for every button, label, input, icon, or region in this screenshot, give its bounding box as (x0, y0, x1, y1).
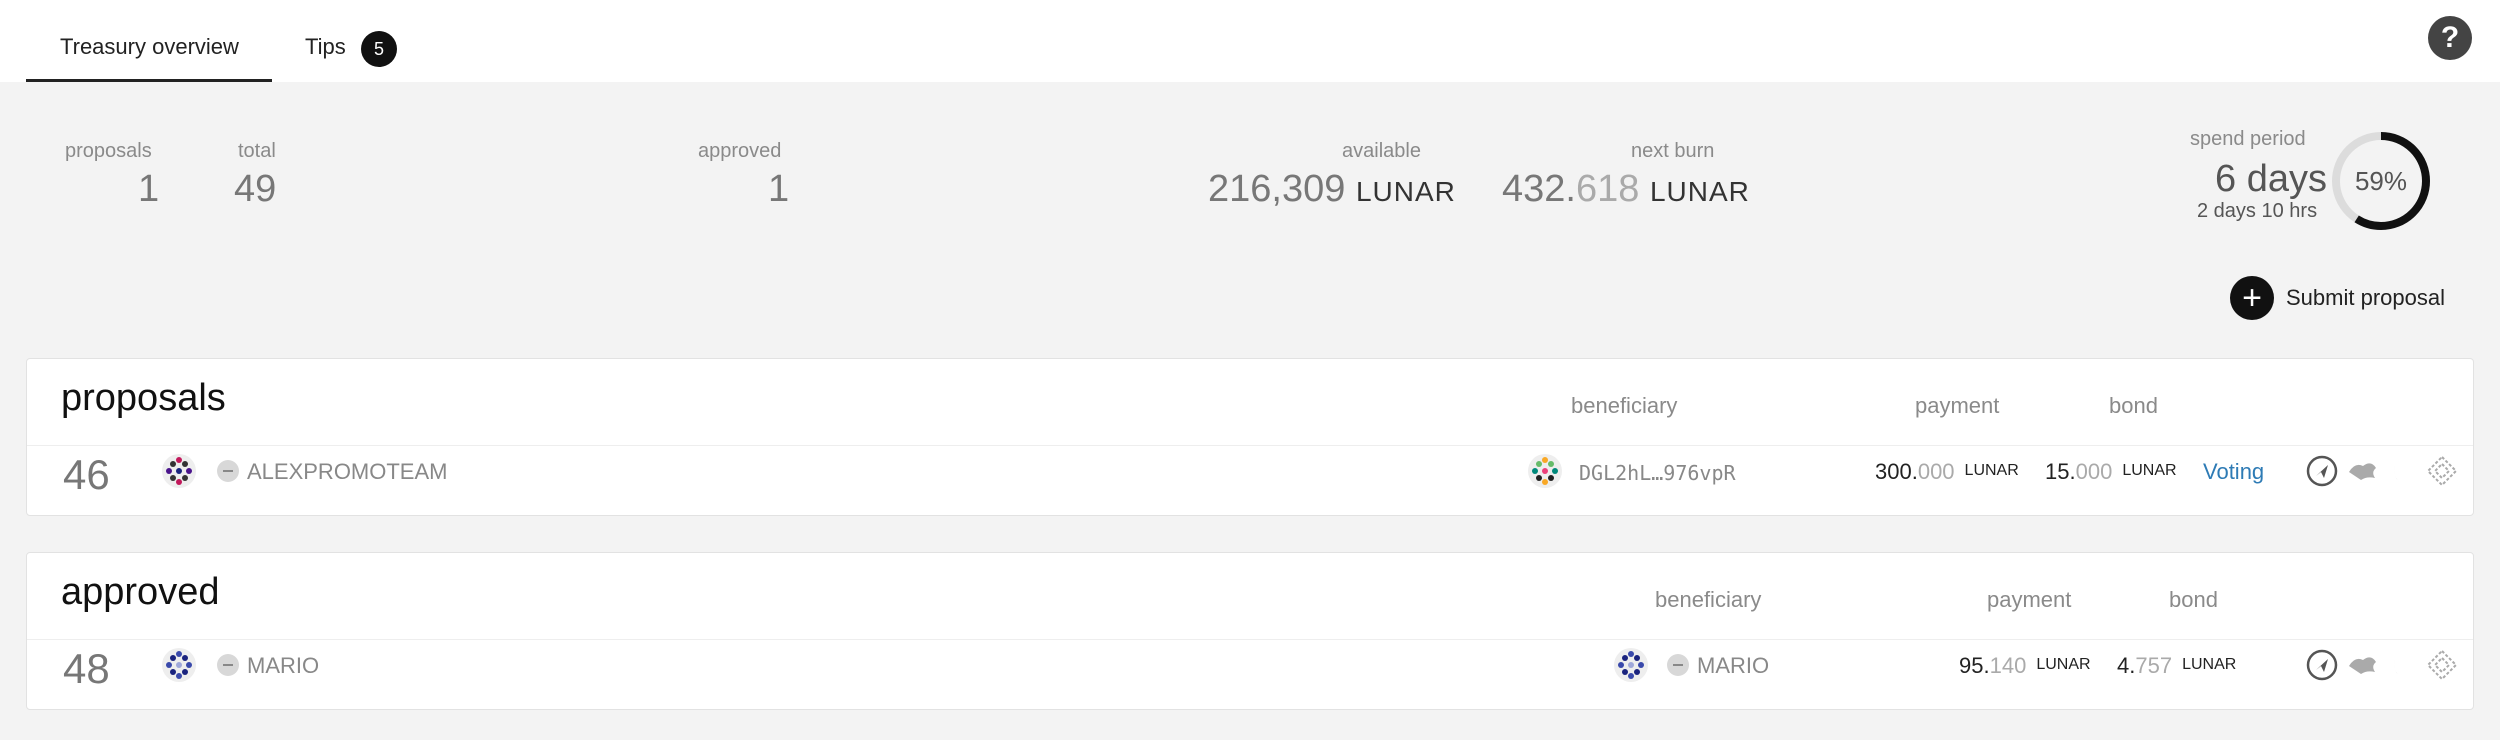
available-unit: LUNAR (1355, 176, 1456, 207)
bond-dec: 757 (2135, 653, 2173, 678)
approved-card: approved beneficiary payment bond 48 MAR… (26, 552, 2474, 710)
voting-status-link[interactable]: Voting (2203, 459, 2264, 485)
tab-tips[interactable]: Tips (305, 34, 346, 60)
payment-dec: 000 (1917, 459, 1955, 484)
bond-unit: LUNAR (2182, 656, 2237, 673)
next-burn-unit: LUNAR (1649, 176, 1750, 207)
payment-unit: LUNAR (2036, 656, 2091, 673)
payment-int: 95. (1959, 653, 1990, 678)
bond-int: 15. (2045, 459, 2076, 484)
row-divider (27, 639, 2473, 640)
tab-treasury-overview[interactable]: Treasury overview (60, 34, 239, 60)
available-amount: 216,309 (1208, 168, 1346, 210)
proposal-id: 46 (63, 451, 110, 498)
polkassembly-icon[interactable] (2425, 454, 2459, 488)
beneficiary-column-header: beneficiary (1655, 587, 1762, 612)
tab-bar: Treasury overview Tips 5 ? (0, 0, 2500, 82)
next-burn-dec: 618 (1575, 168, 1640, 210)
proposer-name[interactable]: MARIO (247, 653, 319, 679)
beneficiary-column-header: beneficiary (1571, 393, 1678, 418)
payment-dec: 140 (1989, 653, 2027, 678)
beneficiary-identicon[interactable] (1527, 453, 1563, 489)
approved-value: 1 (768, 168, 790, 210)
bond-column-header: bond (2109, 393, 2158, 418)
proposals-value: 1 (138, 168, 160, 210)
payment-column-header: payment (1987, 587, 2072, 612)
beneficiary-address[interactable]: DGL2hL…976vpR (1579, 461, 1736, 485)
commonwealth-icon[interactable] (2385, 454, 2419, 488)
payment-int: 300. (1875, 459, 1918, 484)
submit-proposal-label: Submit proposal (2286, 285, 2445, 310)
available-label: available (1342, 140, 1421, 162)
row-divider (27, 445, 2473, 446)
identity-none-icon (217, 460, 239, 482)
payment-column-header: payment (1915, 393, 2000, 418)
commonwealth-icon[interactable] (2385, 648, 2419, 682)
polkassembly-icon[interactable] (2425, 648, 2459, 682)
identity-none-icon (1667, 654, 1689, 676)
bond-dec: 000 (2075, 459, 2113, 484)
tips-count-badge: 5 (361, 31, 397, 67)
available-value: 216,309 LUNAR (1208, 168, 1456, 211)
subscan-icon[interactable] (2345, 454, 2379, 488)
proposer-identicon[interactable] (161, 647, 197, 683)
next-burn-label: next burn (1631, 140, 1715, 162)
spend-period-label: spend period (2190, 128, 2306, 150)
beneficiary-identicon[interactable] (1613, 647, 1649, 683)
proposals-card: proposals beneficiary payment bond 46 AL… (26, 358, 2474, 516)
bond-int: 4. (2117, 653, 2136, 678)
next-burn-int: 432. (1502, 168, 1576, 210)
spend-period-remaining: 2 days 10 hrs (2197, 200, 2318, 222)
bond-amount: 15.000 LUNAR (2045, 459, 2177, 485)
bond-column-header: bond (2169, 587, 2218, 612)
proposals-label: proposals (65, 140, 152, 162)
plus-icon: + (2230, 276, 2274, 320)
approved-title: approved (61, 571, 220, 613)
total-label: total (238, 140, 276, 162)
proposals-title: proposals (61, 377, 226, 419)
subscan-icon[interactable] (2345, 648, 2379, 682)
payment-unit: LUNAR (1964, 462, 2019, 479)
proposer-name[interactable]: ALEXPROMOTEAM (247, 459, 447, 485)
total-value: 49 (234, 168, 277, 210)
polkascan-icon[interactable] (2305, 454, 2339, 488)
spend-period-percent: 59% (2355, 166, 2407, 196)
active-tab-indicator (26, 79, 272, 82)
beneficiary-name[interactable]: MARIO (1697, 653, 1769, 679)
payment-amount: 300.000 LUNAR (1875, 459, 2019, 485)
help-icon[interactable]: ? (2428, 16, 2472, 60)
identity-none-icon (217, 654, 239, 676)
bond-unit: LUNAR (2122, 462, 2177, 479)
proposer-identicon[interactable] (161, 453, 197, 489)
payment-amount: 95.140 LUNAR (1959, 653, 2091, 679)
next-burn-value: 432.618 LUNAR (1502, 168, 1750, 211)
spend-period-days: 6 days (2215, 158, 2327, 200)
bond-amount: 4.757 LUNAR (2117, 653, 2236, 679)
submit-proposal-button[interactable]: + Submit proposal (2230, 276, 2445, 320)
proposal-id: 48 (63, 645, 110, 692)
spend-period-gauge: 59% (2332, 132, 2430, 230)
polkascan-icon[interactable] (2305, 648, 2339, 682)
approved-label: approved (698, 140, 782, 162)
